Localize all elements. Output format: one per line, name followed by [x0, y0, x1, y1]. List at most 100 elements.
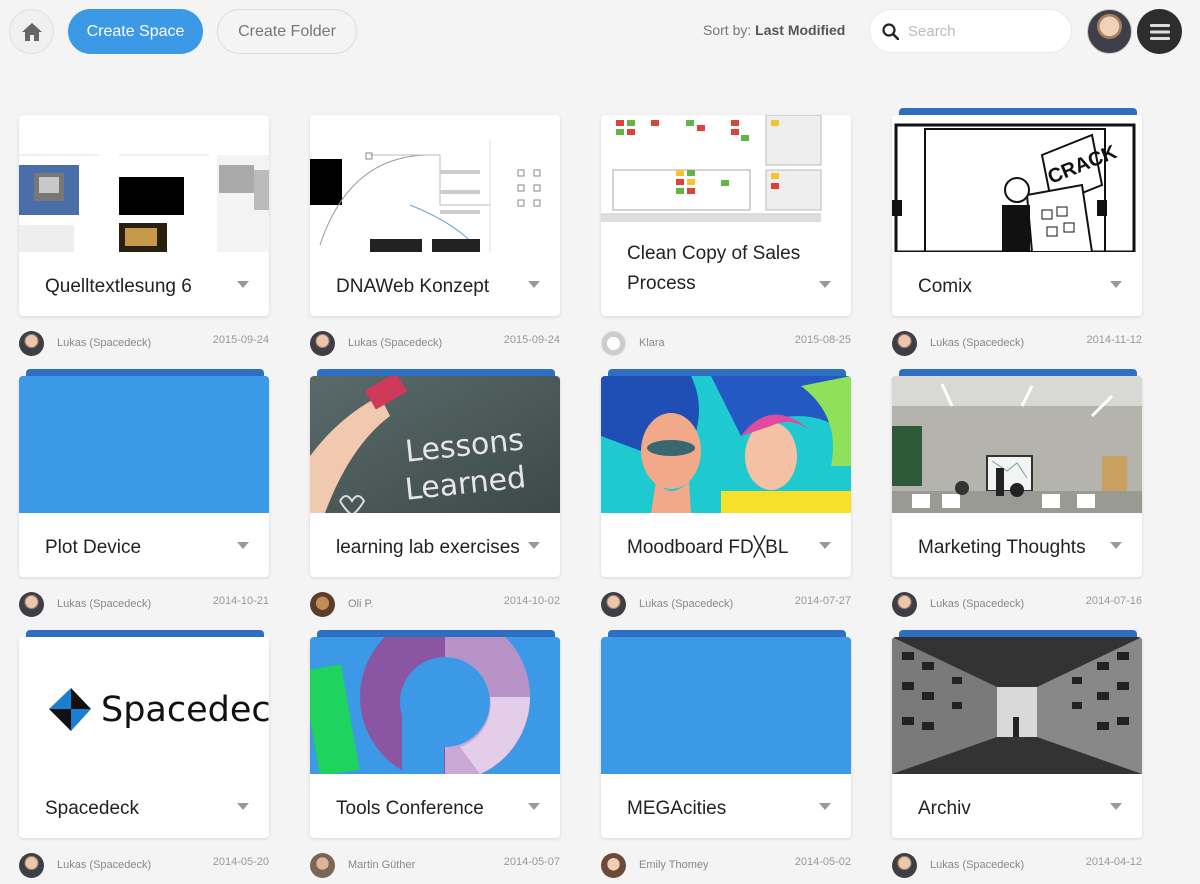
modified-date: 2014-05-07 — [503, 856, 560, 868]
space-card-body[interactable]: Marketing Thoughts — [892, 376, 1142, 577]
space-meta: Klara 2015-08-25 — [601, 331, 851, 357]
menu-button[interactable] — [1137, 9, 1182, 54]
author-avatar — [19, 853, 44, 878]
author-avatar — [310, 853, 335, 878]
space-options-dropdown-icon[interactable] — [528, 281, 540, 288]
space-title[interactable]: Marketing Thoughts — [918, 533, 1108, 563]
search-icon — [882, 22, 899, 40]
author-avatar — [19, 592, 44, 617]
space-thumbnail[interactable] — [19, 376, 269, 513]
space-options-dropdown-icon[interactable] — [528, 803, 540, 810]
author-name: Lukas (Spacedeck) — [930, 598, 1025, 610]
hamburger-menu-icon — [1149, 23, 1170, 40]
space-options-dropdown-icon[interactable] — [819, 803, 831, 810]
author-name: Lukas (Spacedeck) — [930, 859, 1025, 871]
space-title[interactable]: Archiv — [918, 794, 1108, 824]
home-icon — [21, 22, 42, 41]
space-title[interactable]: Comix — [918, 272, 1108, 302]
space-card-body[interactable]: DNAWeb Konzept — [310, 115, 560, 316]
author-name: Lukas (Spacedeck) — [348, 337, 443, 349]
space-title[interactable]: Spacedeck — [45, 794, 235, 824]
space-title[interactable]: Moodboard FD╳BL — [627, 533, 817, 563]
modified-date: 2014-11-12 — [1086, 334, 1142, 346]
modified-date: 2014-05-02 — [794, 856, 851, 868]
sort-value[interactable]: Last Modified — [755, 22, 845, 38]
space-meta: Lukas (Spacedeck) 2014-05-20 — [19, 853, 269, 879]
author-avatar — [892, 331, 917, 356]
author-name: Oli P. — [348, 598, 374, 610]
space-options-dropdown-icon[interactable] — [1110, 542, 1122, 549]
space-title[interactable]: Plot Device — [45, 533, 235, 563]
search-box[interactable] — [869, 9, 1072, 53]
space-meta: Oli P. 2014-10-02 — [310, 592, 560, 618]
modified-date: 2015-09-24 — [503, 334, 560, 346]
create-space-button[interactable]: Create Space — [68, 9, 203, 54]
search-input[interactable] — [908, 22, 1058, 40]
space-meta: Lukas (Spacedeck) 2014-04-12 — [892, 853, 1142, 879]
user-avatar[interactable] — [1087, 9, 1132, 54]
space-options-dropdown-icon[interactable] — [819, 542, 831, 549]
space-card-body[interactable]: Spacedeck Spacedeck — [19, 637, 269, 838]
create-folder-button[interactable]: Create Folder — [217, 9, 357, 54]
author-name: Lukas (Spacedeck) — [57, 598, 152, 610]
top-toolbar: Create Space Create Folder Sort by: Last… — [0, 0, 1200, 62]
space-card-body[interactable]: Quelltextlesung 6 — [19, 115, 269, 316]
space-thumbnail[interactable]: CRACK — [892, 115, 1142, 252]
author-avatar — [892, 853, 917, 878]
author-name: Emily Thomey — [639, 859, 709, 871]
space-thumbnail[interactable] — [19, 115, 269, 252]
space-thumbnail[interactable] — [310, 637, 560, 774]
author-avatar — [310, 331, 335, 356]
space-meta: Lukas (Spacedeck) 2014-11-12 — [892, 331, 1142, 357]
space-thumbnail[interactable]: Spacedeck — [19, 637, 269, 774]
space-title[interactable]: MEGAcities — [627, 794, 817, 824]
author-name: Lukas (Spacedeck) — [57, 337, 152, 349]
space-title[interactable]: learning lab exercises — [336, 533, 526, 563]
space-card-body[interactable]: CRACK Comix — [892, 115, 1142, 316]
space-thumbnail[interactable] — [601, 637, 851, 774]
space-thumbnail[interactable] — [892, 376, 1142, 513]
modified-date: 2015-08-25 — [794, 334, 851, 346]
space-card-body[interactable]: Archiv — [892, 637, 1142, 838]
author-avatar — [19, 331, 44, 356]
sort-control[interactable]: Sort by: Last Modified — [703, 22, 845, 38]
space-options-dropdown-icon[interactable] — [1110, 803, 1122, 810]
space-meta: Lukas (Spacedeck) 2014-07-16 — [892, 592, 1142, 618]
modified-date: 2014-05-20 — [212, 856, 269, 868]
author-avatar — [601, 853, 626, 878]
space-title[interactable]: Clean Copy of Sales Process — [627, 239, 817, 299]
author-name: Lukas (Spacedeck) — [639, 598, 734, 610]
space-thumbnail[interactable] — [601, 115, 851, 222]
space-options-dropdown-icon[interactable] — [1110, 281, 1122, 288]
home-button[interactable] — [9, 9, 54, 54]
space-options-dropdown-icon[interactable] — [237, 542, 249, 549]
space-options-dropdown-icon[interactable] — [237, 281, 249, 288]
modified-date: 2015-09-24 — [212, 334, 269, 346]
space-card-body[interactable]: Moodboard FD╳BL — [601, 376, 851, 577]
space-options-dropdown-icon[interactable] — [237, 803, 249, 810]
author-avatar — [892, 592, 917, 617]
space-card-body[interactable]: Plot Device — [19, 376, 269, 577]
space-card-body[interactable]: Tools Conference — [310, 637, 560, 838]
space-meta: Lukas (Spacedeck) 2015-09-24 — [310, 331, 560, 357]
space-card-body[interactable]: Clean Copy of Sales Process — [601, 115, 851, 316]
modified-date: 2014-10-21 — [212, 595, 269, 607]
author-avatar — [310, 592, 335, 617]
author-avatar — [601, 331, 626, 356]
author-name: Martin Güther — [348, 859, 416, 871]
author-name: Lukas (Spacedeck) — [930, 337, 1025, 349]
space-title[interactable]: Tools Conference — [336, 794, 526, 824]
space-thumbnail[interactable] — [601, 376, 851, 513]
logo-text: Spacedeck — [101, 690, 269, 730]
space-meta: Lukas (Spacedeck) 2014-10-21 — [19, 592, 269, 618]
space-thumbnail[interactable]: Lessons Learned — [310, 376, 560, 513]
space-card-body[interactable]: Lessons Learned learning lab exercises — [310, 376, 560, 577]
space-options-dropdown-icon[interactable] — [819, 281, 831, 288]
space-thumbnail[interactable] — [310, 115, 560, 252]
space-thumbnail[interactable] — [892, 637, 1142, 774]
space-title[interactable]: Quelltextlesung 6 — [45, 272, 235, 302]
space-options-dropdown-icon[interactable] — [528, 542, 540, 549]
space-meta: Lukas (Spacedeck) 2015-09-24 — [19, 331, 269, 357]
space-title[interactable]: DNAWeb Konzept — [336, 272, 526, 302]
space-card-body[interactable]: MEGAcities — [601, 637, 851, 838]
